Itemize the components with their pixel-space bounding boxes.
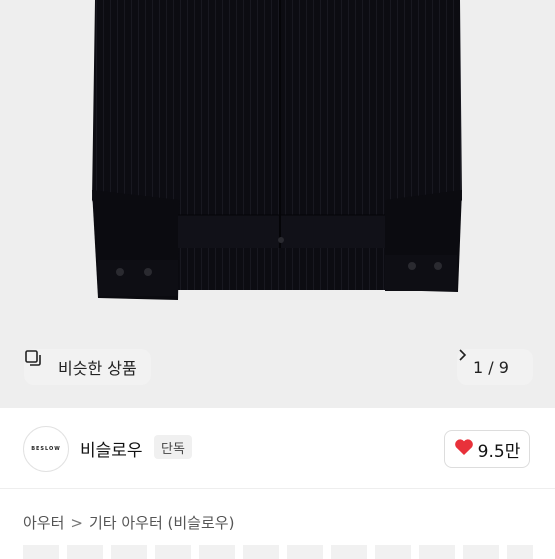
breadcrumb-item-outer[interactable]: 아우터 — [23, 512, 64, 533]
breadcrumb-item-other-outer[interactable]: 기타 아우터 (비슬로우) — [89, 512, 234, 533]
seller-row: BESLOW 비슬로우 단독 9.5만 — [0, 408, 555, 488]
seller-avatar[interactable]: BESLOW — [23, 426, 69, 472]
copy-icon — [25, 350, 52, 376]
breadcrumb-separator: > — [70, 513, 83, 532]
divider — [0, 488, 555, 489]
seller-logo-text: BESLOW — [31, 446, 61, 452]
seller-name[interactable]: 비슬로우 — [80, 436, 143, 461]
similar-products-label: 비슷한 상품 — [58, 359, 137, 378]
cut-off-text-line — [23, 545, 533, 559]
exclusive-badge: 단독 — [154, 435, 192, 459]
breadcrumb: 아우터 > 기타 아우터 (비슬로우) — [23, 512, 234, 533]
image-counter[interactable]: 1 / 9 — [457, 349, 533, 385]
product-image[interactable]: 비슷한 상품 1 / 9 — [0, 0, 555, 408]
image-counter-text: 1 / 9 — [473, 357, 509, 377]
jacket-photo — [92, 0, 462, 300]
similar-products-button[interactable]: 비슷한 상품 — [24, 349, 151, 385]
like-button[interactable]: 9.5만 — [444, 430, 530, 468]
heart-icon — [454, 438, 474, 461]
like-count: 9.5만 — [477, 441, 521, 462]
